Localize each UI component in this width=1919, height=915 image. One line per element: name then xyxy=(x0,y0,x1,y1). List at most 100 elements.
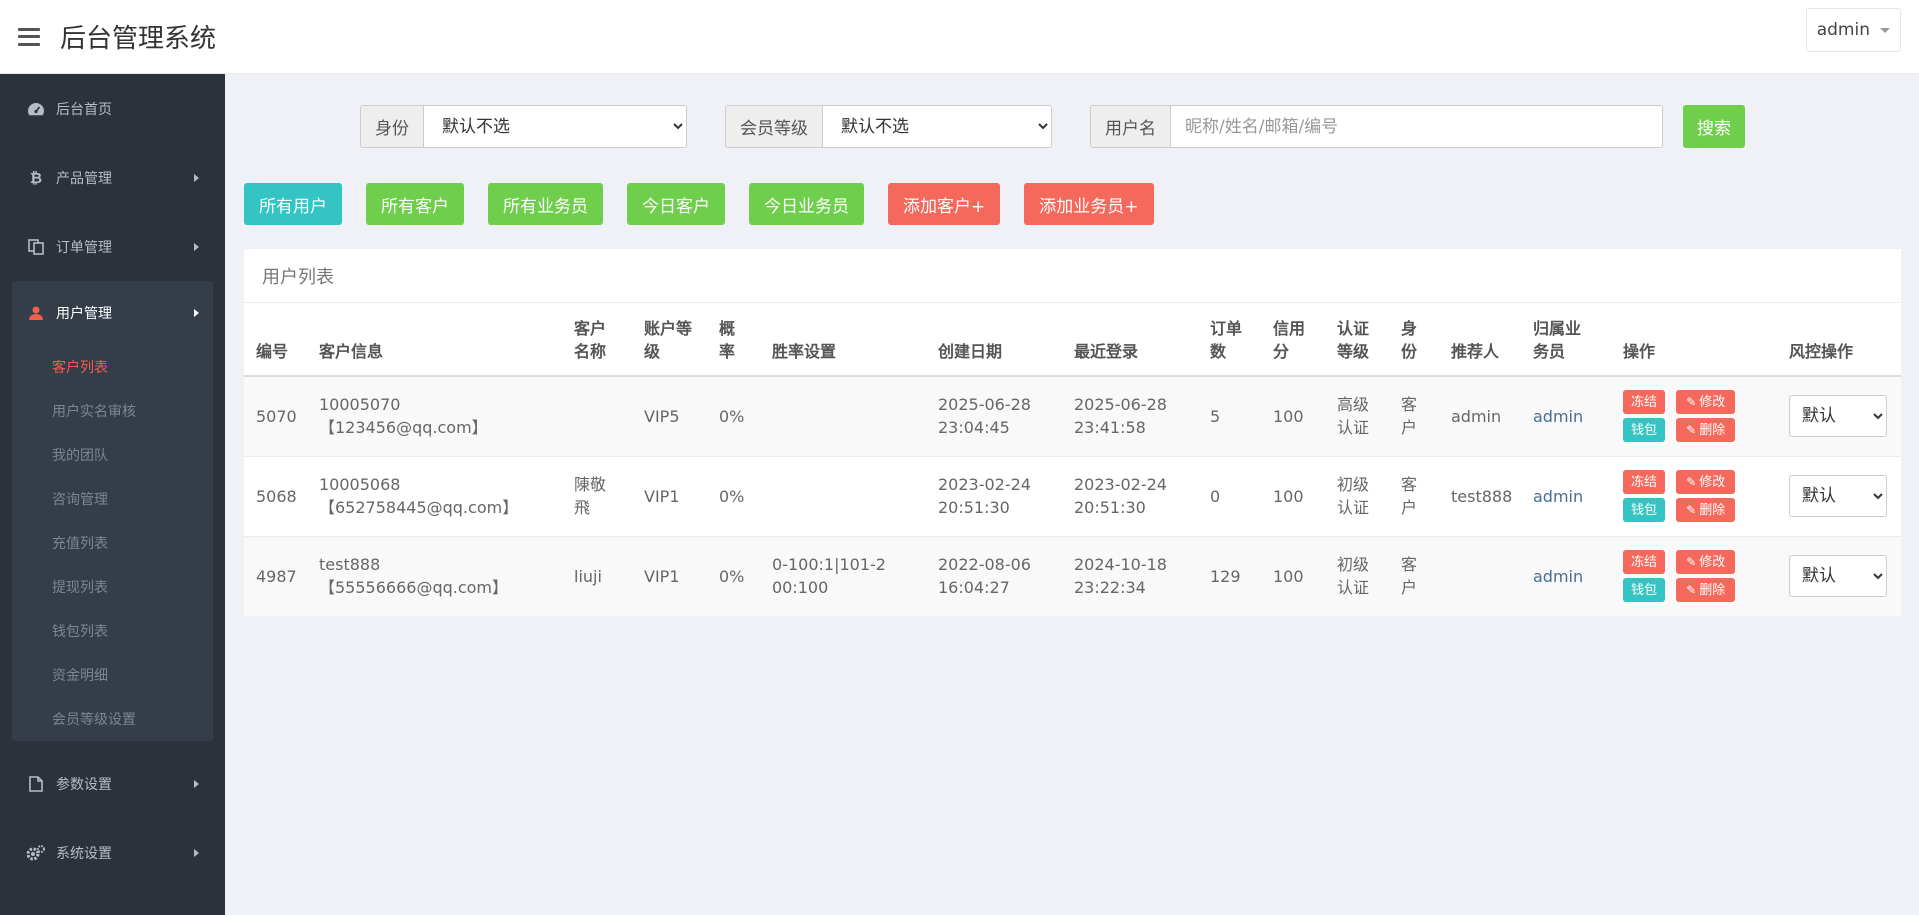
pencil-icon: ✎ xyxy=(1686,474,1697,489)
caret-down-icon xyxy=(1880,27,1890,33)
sidebar-subitem-consult[interactable]: 咨询管理 xyxy=(12,477,213,521)
copy-icon xyxy=(26,237,46,257)
cell-ops: 冻结 ✎ 修改 钱包 ✎ 删除 xyxy=(1611,535,1777,616)
cell-name: liuji xyxy=(562,535,632,616)
app-title: 后台管理系统 xyxy=(60,24,217,54)
cell-level: VIP5 xyxy=(632,375,707,456)
sidebar-subitem-funds[interactable]: 资金明细 xyxy=(12,653,213,697)
chevron-right-icon xyxy=(194,173,199,182)
cogs-icon xyxy=(26,843,46,863)
sidebar-item-system[interactable]: 系统设置 xyxy=(0,818,225,887)
all-customers-button[interactable]: 所有客户 xyxy=(366,183,464,225)
cell-created: 2023-02-24 20:51:30 xyxy=(926,455,1062,536)
wallet-button[interactable]: 钱包 xyxy=(1623,418,1665,443)
today-salesmen-button[interactable]: 今日业务员 xyxy=(749,183,864,225)
add-salesman-button[interactable]: 添加业务员+ xyxy=(1024,183,1154,225)
identity-select[interactable]: 默认不选 xyxy=(424,106,686,147)
add-customer-button[interactable]: 添加客户+ xyxy=(888,183,1001,225)
col-header: 概率 xyxy=(707,303,760,377)
freeze-button[interactable]: 冻结 xyxy=(1623,390,1665,415)
delete-button[interactable]: ✎ 删除 xyxy=(1676,418,1735,443)
bitcoin-icon: ₿ xyxy=(29,168,43,187)
sidebar-subitem-wallet[interactable]: 钱包列表 xyxy=(12,609,213,653)
top-header: 后台管理系统 admin xyxy=(0,0,1919,74)
username-filter: 用户名 xyxy=(1090,105,1663,148)
sidebar-subitem-recharge[interactable]: 充值列表 xyxy=(12,521,213,565)
user-name: admin xyxy=(1816,20,1870,40)
cell-win: 0-100:1|101-200:100 xyxy=(760,535,926,616)
freeze-button[interactable]: 冻结 xyxy=(1623,550,1665,575)
cell-role: 客户 xyxy=(1389,455,1439,536)
cell-credit: 100 xyxy=(1261,375,1325,456)
search-button[interactable]: 搜索 xyxy=(1683,105,1745,148)
sidebar-item-users[interactable]: 用户管理 xyxy=(12,281,213,345)
level-select[interactable]: 默认不选 xyxy=(823,106,1051,147)
wallet-button[interactable]: 钱包 xyxy=(1623,498,1665,522)
pencil-icon: ✎ xyxy=(1686,554,1697,569)
sidebar-item-orders[interactable]: 订单管理 xyxy=(0,212,225,281)
file-icon xyxy=(26,774,46,794)
cell-orders: 129 xyxy=(1198,535,1261,616)
level-filter: 会员等级 默认不选 xyxy=(725,105,1052,148)
table-row: 4987 test888 【55556666@qq.com】 liuji VIP1… xyxy=(244,535,1901,616)
wallet-button[interactable]: 钱包 xyxy=(1623,578,1665,603)
all-salesmen-button[interactable]: 所有业务员 xyxy=(488,183,603,225)
cell-name: 陳敬飛 xyxy=(562,455,632,536)
pencil-icon: ✎ xyxy=(1686,394,1697,409)
all-users-button[interactable]: 所有用户 xyxy=(244,183,342,225)
cell-login: 2024-10-18 23:22:34 xyxy=(1062,535,1198,616)
cell-owner[interactable]: admin xyxy=(1521,455,1611,536)
risk-select[interactable]: 默认 xyxy=(1789,475,1887,517)
sidebar-subitem-my-team[interactable]: 我的团队 xyxy=(12,433,213,477)
table-row: 5068 10005068 【652758445@qq.com】 陳敬飛 VIP1… xyxy=(244,455,1901,536)
chevron-right-icon xyxy=(194,848,199,857)
cell-id: 5068 xyxy=(244,455,307,536)
today-customers-button[interactable]: 今日客户 xyxy=(627,183,725,225)
pencil-icon: ✎ xyxy=(1686,502,1697,517)
sidebar: 后台首页 ₿ 产品管理 订单管理 用户管理 客户列表 用户实名审核 我的团队 咨… xyxy=(0,74,225,915)
col-header: 归属业务员 xyxy=(1521,303,1611,377)
user-menu[interactable]: admin xyxy=(1805,8,1901,52)
action-bar: 所有用户 所有客户 所有业务员 今日客户 今日业务员 添加客户+ 添加业务员+ xyxy=(244,183,1178,225)
risk-select[interactable]: 默认 xyxy=(1789,555,1887,598)
cell-prob: 0% xyxy=(707,375,760,456)
sidebar-subitem-member-levels[interactable]: 会员等级设置 xyxy=(12,697,213,741)
cell-owner[interactable]: admin xyxy=(1521,535,1611,616)
cell-role: 客户 xyxy=(1389,535,1439,616)
delete-button[interactable]: ✎ 删除 xyxy=(1676,498,1735,522)
cell-auth: 初级认证 xyxy=(1325,535,1389,616)
sidebar-item-label: 系统设置 xyxy=(56,845,112,862)
cell-win xyxy=(760,455,926,536)
cell-info: test888 【55556666@qq.com】 xyxy=(307,535,562,616)
cell-owner[interactable]: admin xyxy=(1521,375,1611,456)
delete-button[interactable]: ✎ 删除 xyxy=(1676,578,1735,603)
cell-created: 2025-06-28 23:04:45 xyxy=(926,375,1062,456)
col-header: 客户信息 xyxy=(307,303,562,377)
cell-level: VIP1 xyxy=(632,455,707,536)
cell-ops: 冻结 ✎ 修改 钱包 ✎ 删除 xyxy=(1611,455,1777,536)
sidebar-subitem-withdraw[interactable]: 提现列表 xyxy=(12,565,213,609)
col-header: 推荐人 xyxy=(1439,303,1521,377)
col-header: 订单数 xyxy=(1198,303,1261,377)
cell-orders: 5 xyxy=(1198,375,1261,456)
cell-referrer xyxy=(1439,535,1521,616)
username-input[interactable] xyxy=(1171,106,1662,147)
sidebar-subitem-customer-list[interactable]: 客户列表 xyxy=(12,345,213,389)
risk-select[interactable]: 默认 xyxy=(1789,395,1887,438)
sidebar-subitem-kyc-review[interactable]: 用户实名审核 xyxy=(12,389,213,433)
cell-level: VIP1 xyxy=(632,535,707,616)
edit-button[interactable]: ✎ 修改 xyxy=(1676,550,1735,575)
table-row: 5070 10005070 【123456@qq.com】 VIP5 0% 202… xyxy=(244,375,1901,456)
edit-button[interactable]: ✎ 修改 xyxy=(1676,470,1735,494)
sidebar-item-params[interactable]: 参数设置 xyxy=(0,749,225,818)
menu-toggle-icon[interactable] xyxy=(18,27,40,46)
col-header: 账户等级 xyxy=(632,303,707,377)
user-icon xyxy=(26,303,46,323)
card-title: 用户列表 xyxy=(244,249,1901,303)
col-header: 编号 xyxy=(244,303,307,377)
cell-ops: 冻结 ✎ 修改 钱包 ✎ 删除 xyxy=(1611,375,1777,456)
freeze-button[interactable]: 冻结 xyxy=(1623,470,1665,494)
sidebar-item-home[interactable]: 后台首页 xyxy=(0,74,225,143)
edit-button[interactable]: ✎ 修改 xyxy=(1676,390,1735,415)
sidebar-item-products[interactable]: ₿ 产品管理 xyxy=(0,143,225,212)
